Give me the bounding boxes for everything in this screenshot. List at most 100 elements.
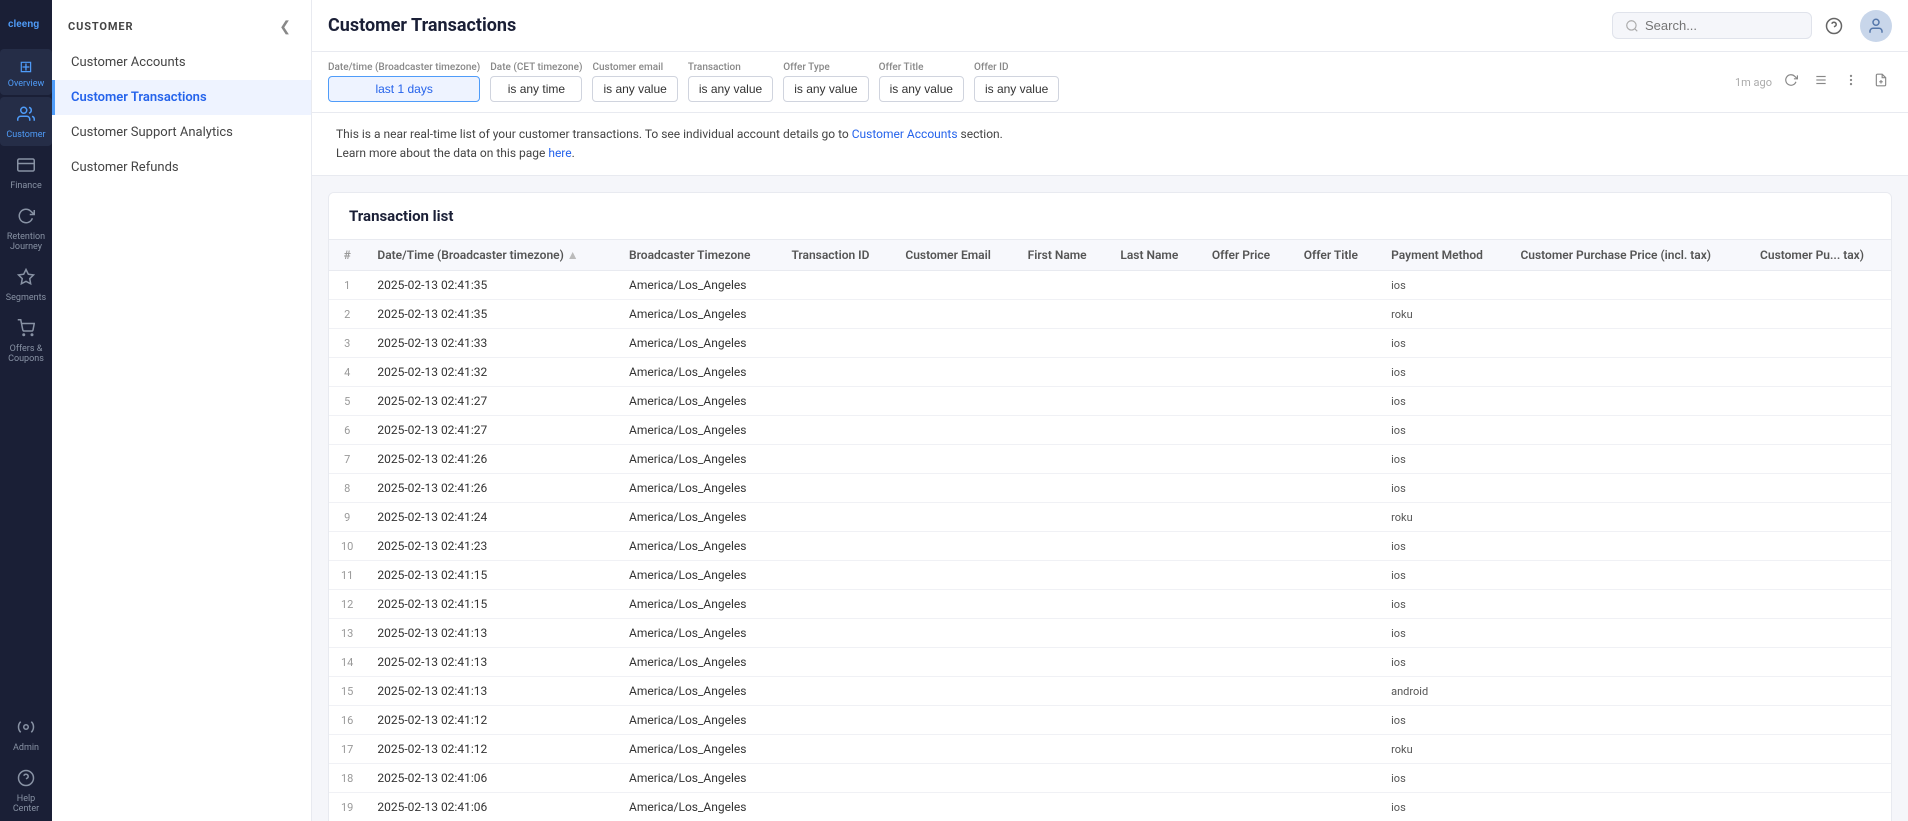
table-row[interactable]: 2 2025-02-13 02:41:35 America/Los_Angele…: [329, 300, 1891, 329]
cell-datetime: 2025-02-13 02:41:12: [365, 706, 617, 735]
table-row[interactable]: 3 2025-02-13 02:41:33 America/Los_Angele…: [329, 329, 1891, 358]
col-tz[interactable]: Broadcaster Timezone: [617, 240, 779, 271]
cell-last-name: [1108, 503, 1200, 532]
cell-customer-email: [893, 590, 1015, 619]
cell-last-name: [1108, 416, 1200, 445]
cell-last-name: [1108, 735, 1200, 764]
collapse-nav-button[interactable]: ❮: [275, 16, 295, 37]
sidebar-item-overview[interactable]: ⊞ Overview: [0, 49, 52, 95]
filter-settings-button[interactable]: [1810, 71, 1832, 94]
filter-date-cet-button[interactable]: is any time: [490, 76, 582, 102]
sidebar-item-customer[interactable]: Customer: [0, 97, 52, 146]
sidebar-item-help[interactable]: Help Center: [0, 761, 52, 820]
more-options-button[interactable]: [1840, 71, 1862, 94]
nav-item-refunds[interactable]: Customer Refunds: [52, 150, 311, 185]
sidebar-item-finance[interactable]: Finance: [0, 148, 52, 197]
cell-purchase-price: [1508, 358, 1748, 387]
export-button[interactable]: [1870, 71, 1892, 94]
col-payment-method[interactable]: Payment Method: [1379, 240, 1508, 271]
col-customer-email[interactable]: Customer Email: [893, 240, 1015, 271]
sidebar-item-offers[interactable]: Offers & Coupons: [0, 311, 52, 370]
table-row[interactable]: 19 2025-02-13 02:41:06 America/Los_Angel…: [329, 793, 1891, 821]
sidebar-item-segments[interactable]: Segments: [0, 260, 52, 309]
cell-last-name: [1108, 358, 1200, 387]
cell-offer-price: [1200, 416, 1292, 445]
sidebar-item-retention[interactable]: Retention Journey: [0, 199, 52, 258]
table-row[interactable]: 14 2025-02-13 02:41:13 America/Los_Angel…: [329, 648, 1891, 677]
info-link-here[interactable]: here: [548, 146, 571, 160]
table-row[interactable]: 7 2025-02-13 02:41:26 America/Los_Angele…: [329, 445, 1891, 474]
cell-tz: America/Los_Angeles: [617, 735, 779, 764]
table-row[interactable]: 11 2025-02-13 02:41:15 America/Los_Angel…: [329, 561, 1891, 590]
cell-num: 14: [329, 648, 365, 677]
filter-email-button[interactable]: is any value: [592, 76, 677, 102]
filter-transaction-button[interactable]: is any value: [688, 76, 773, 102]
table-row[interactable]: 10 2025-02-13 02:41:23 America/Los_Angel…: [329, 532, 1891, 561]
table-row[interactable]: 17 2025-02-13 02:41:12 America/Los_Angel…: [329, 735, 1891, 764]
cell-transaction-id: [779, 474, 893, 503]
transaction-table: # Date/Time (Broadcaster timezone) ▲ Bro…: [329, 240, 1891, 821]
sidebar-item-admin[interactable]: Admin: [0, 710, 52, 759]
nav-item-transactions[interactable]: Customer Transactions: [52, 80, 311, 115]
app-logo[interactable]: cleeng: [2, 8, 50, 40]
filter-customer-email: Customer email is any value: [592, 62, 677, 102]
nav-item-accounts[interactable]: Customer Accounts: [52, 45, 311, 80]
col-purchase-price-2[interactable]: Customer Pu... tax): [1748, 240, 1891, 271]
table-row[interactable]: 13 2025-02-13 02:41:13 America/Los_Angel…: [329, 619, 1891, 648]
filter-offer-id-button[interactable]: is any value: [974, 76, 1059, 102]
cell-payment-method: ios: [1379, 706, 1508, 735]
user-avatar[interactable]: [1860, 10, 1892, 42]
cell-num: 17: [329, 735, 365, 764]
cell-offer-title: [1292, 735, 1379, 764]
table-row[interactable]: 1 2025-02-13 02:41:35 America/Los_Angele…: [329, 271, 1891, 300]
help-topbar-button[interactable]: [1820, 12, 1848, 40]
cell-transaction-id: [779, 706, 893, 735]
filter-datetime-broadcaster: Date/time (Broadcaster timezone) last 1 …: [328, 62, 480, 102]
table-row[interactable]: 8 2025-02-13 02:41:26 America/Los_Angele…: [329, 474, 1891, 503]
filter-datetime-button[interactable]: last 1 days: [328, 76, 480, 102]
cell-offer-title: [1292, 793, 1379, 821]
search-box[interactable]: [1612, 12, 1812, 39]
col-first-name[interactable]: First Name: [1016, 240, 1109, 271]
cell-transaction-id: [779, 445, 893, 474]
cell-offer-title: [1292, 561, 1379, 590]
cell-purchase-price: [1508, 503, 1748, 532]
cell-offer-title: [1292, 474, 1379, 503]
filter-offer-title-button[interactable]: is any value: [879, 76, 964, 102]
refresh-button[interactable]: [1780, 71, 1802, 94]
table-row[interactable]: 18 2025-02-13 02:41:06 America/Los_Angel…: [329, 764, 1891, 793]
cell-offer-price: [1200, 619, 1292, 648]
table-row[interactable]: 5 2025-02-13 02:41:27 America/Los_Angele…: [329, 387, 1891, 416]
table-row[interactable]: 15 2025-02-13 02:41:13 America/Los_Angel…: [329, 677, 1891, 706]
cell-offer-price: [1200, 735, 1292, 764]
cell-tz: America/Los_Angeles: [617, 445, 779, 474]
cell-purchase-price-2: [1748, 561, 1891, 590]
col-datetime[interactable]: Date/Time (Broadcaster timezone) ▲: [365, 240, 617, 271]
search-input[interactable]: [1645, 18, 1795, 33]
col-last-name[interactable]: Last Name: [1108, 240, 1200, 271]
col-purchase-price[interactable]: Customer Purchase Price (incl. tax): [1508, 240, 1748, 271]
cell-transaction-id: [779, 358, 893, 387]
table-row[interactable]: 16 2025-02-13 02:41:12 America/Los_Angel…: [329, 706, 1891, 735]
table-row[interactable]: 6 2025-02-13 02:41:27 America/Los_Angele…: [329, 416, 1891, 445]
col-transaction-id[interactable]: Transaction ID: [779, 240, 893, 271]
cell-num: 6: [329, 416, 365, 445]
table-header-row: # Date/Time (Broadcaster timezone) ▲ Bro…: [329, 240, 1891, 271]
cell-tz: America/Los_Angeles: [617, 474, 779, 503]
table-row[interactable]: 4 2025-02-13 02:41:32 America/Los_Angele…: [329, 358, 1891, 387]
filter-offer-type-button[interactable]: is any value: [783, 76, 868, 102]
cell-customer-email: [893, 387, 1015, 416]
info-link-accounts[interactable]: Customer Accounts: [852, 127, 958, 141]
cell-offer-title: [1292, 271, 1379, 300]
table-row[interactable]: 12 2025-02-13 02:41:15 America/Los_Angel…: [329, 590, 1891, 619]
cell-customer-email: [893, 503, 1015, 532]
nav-item-support[interactable]: Customer Support Analytics: [52, 115, 311, 150]
cell-tz: America/Los_Angeles: [617, 793, 779, 821]
cell-first-name: [1016, 706, 1109, 735]
col-offer-price[interactable]: Offer Price: [1200, 240, 1292, 271]
cell-customer-email: [893, 329, 1015, 358]
col-offer-title[interactable]: Offer Title: [1292, 240, 1379, 271]
table-area: Transaction list # Date/Time (Broadcaste…: [312, 176, 1908, 821]
sidebar-item-label: Segments: [6, 293, 46, 303]
table-row[interactable]: 9 2025-02-13 02:41:24 America/Los_Angele…: [329, 503, 1891, 532]
